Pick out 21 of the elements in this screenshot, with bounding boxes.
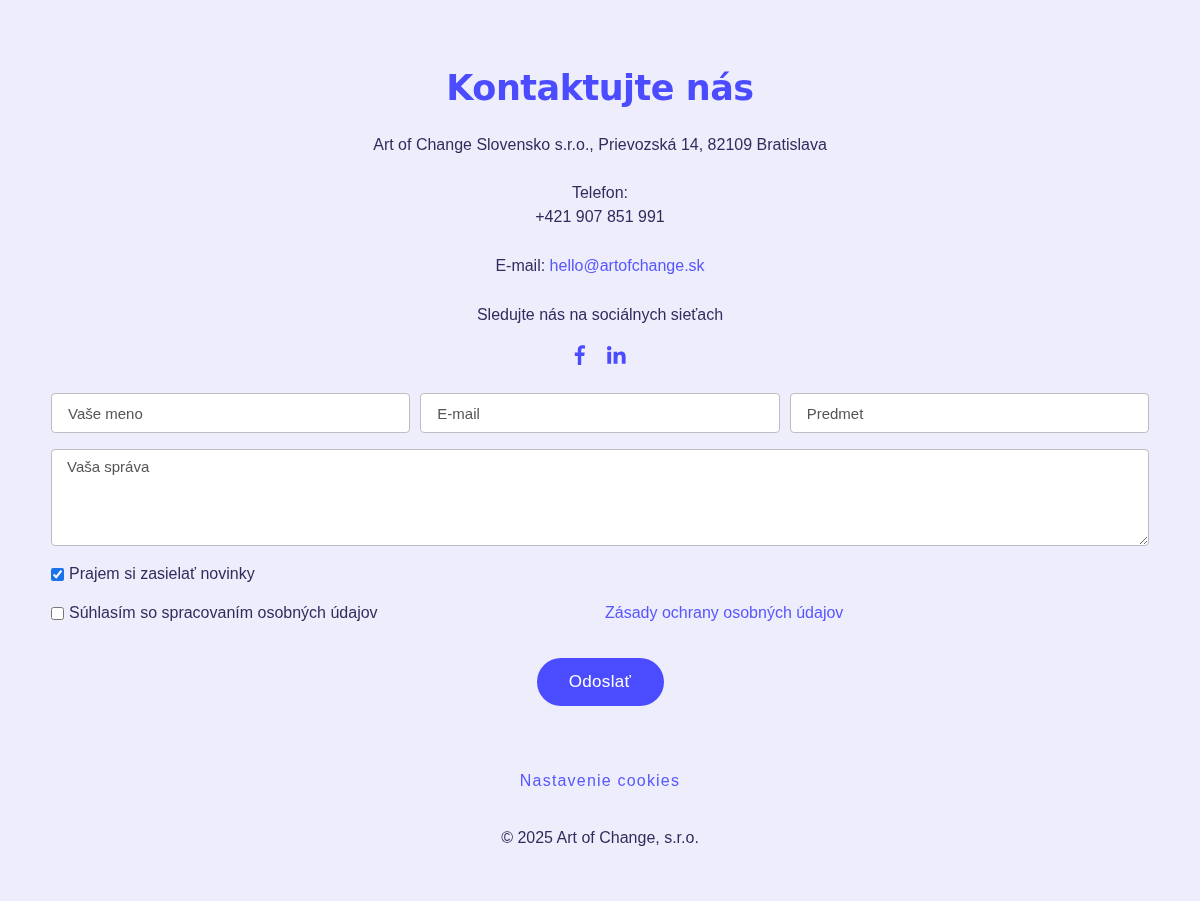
checkbox-label: Prajem si zasielať novinky	[69, 564, 255, 584]
checkbox-label: Súhlasím so spracovaním osobných údajov	[69, 603, 378, 623]
checkbox[interactable]	[51, 567, 64, 581]
address-text: Art of Change Slovensko s.r.o., Prievozská 14, 82109 Bratislava	[372, 135, 828, 155]
cookie-settings-link[interactable]: Nastavenie cookies	[519, 769, 681, 793]
phone-number: +421 907 851 991	[534, 207, 666, 227]
input-field[interactable]: Vaše meno	[51, 393, 411, 433]
email-label: E-mail:	[495, 257, 546, 274]
input-field[interactable]: E-mail	[420, 393, 780, 433]
submit-button[interactable]: Odoslať	[536, 658, 664, 706]
copyright-text: © 2025 Art of Change, s.r.o.	[500, 828, 700, 848]
social-heading: Sledujte nás na sociálnych sieťach	[475, 305, 725, 325]
email-link[interactable]: hello@artofchange.sk	[549, 257, 705, 274]
phone-label: Telefon:	[570, 183, 629, 203]
checkbox[interactable]	[51, 606, 64, 620]
f-logo-icon[interactable]	[574, 345, 585, 365]
input-field[interactable]: Predmet	[789, 393, 1149, 433]
in-logo-icon[interactable]	[607, 345, 626, 365]
page-title: Kontaktujte nás	[445, 67, 755, 110]
privacy-policy-link[interactable]: Zásady ochrany osobných údajov	[605, 604, 844, 621]
message-field[interactable]: Vaša správa	[51, 449, 1149, 546]
